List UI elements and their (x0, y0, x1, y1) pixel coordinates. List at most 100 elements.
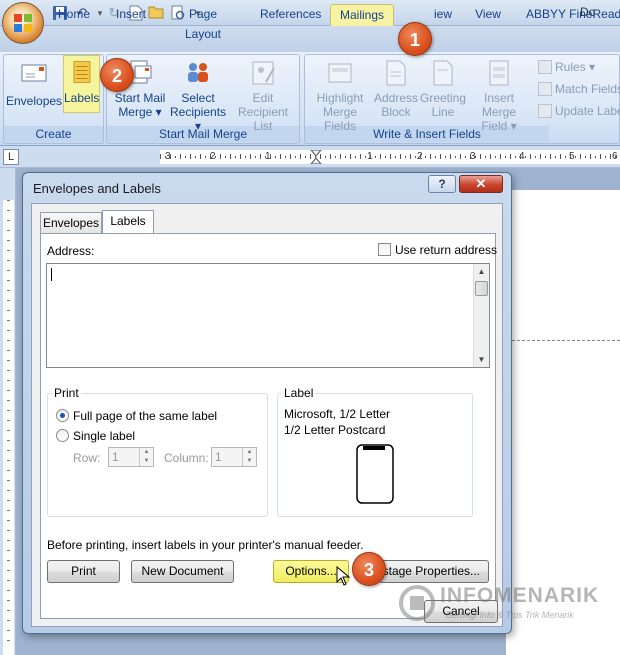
tab-view[interactable]: View (468, 4, 508, 26)
ruler-tick (340, 154, 341, 159)
vruler-tick (7, 440, 10, 441)
select-recipients-icon (188, 63, 208, 82)
scroll-up-icon[interactable]: ▲ (474, 264, 489, 279)
dialog-body: Envelopes Labels Address: Use return add… (31, 203, 503, 627)
edit-recipient-list-icon (252, 61, 275, 85)
new-document-button[interactable]: New Document (131, 560, 234, 583)
greeting-line-button[interactable]: Greeting Line (418, 58, 468, 119)
insert-merge-field-button[interactable]: Insert Merge Field ▾ (466, 58, 532, 133)
tab-home[interactable]: Home (52, 4, 96, 26)
ruler-tick (415, 156, 416, 158)
highlight-merge-fields-button[interactable]: Highlight Merge Fields (308, 58, 372, 133)
close-button[interactable]: ✕ (459, 175, 503, 193)
column-spinner[interactable]: 1 ▲ ▼ (211, 447, 257, 467)
ruler-tick (315, 156, 316, 158)
address-block-button[interactable]: Address Block (372, 58, 420, 119)
tab-envelopes[interactable]: Envelopes (40, 212, 102, 233)
vruler-tick (7, 530, 10, 531)
ruler-tick (555, 156, 556, 158)
tab-page-layout[interactable]: Page Layout (164, 4, 242, 41)
ruler-tick (500, 154, 501, 159)
vruler-tick (7, 420, 10, 421)
ruler-tick (580, 154, 581, 159)
watermark-logo-icon (399, 585, 435, 621)
address-scrollbar[interactable]: ▲ ▼ (473, 264, 489, 367)
scroll-thumb[interactable] (475, 281, 488, 296)
ruler-tick (350, 154, 351, 159)
e-postage-properties-button[interactable]: stage Properties... (379, 560, 489, 583)
tab-labels[interactable]: Labels (102, 210, 154, 233)
address-block-icon (386, 60, 406, 86)
vruler-tick (7, 580, 10, 581)
ruler-tick (180, 154, 181, 159)
tab-review[interactable]: iew (418, 4, 458, 26)
address-block-line1: Address (373, 91, 419, 105)
ruler-tick (570, 154, 571, 159)
ruler-tick (495, 156, 496, 158)
ruler-tick (245, 156, 246, 158)
vruler-tick (7, 210, 10, 211)
office-logo-icon (14, 14, 32, 32)
row-spinner[interactable]: 1 ▲ ▼ (108, 447, 154, 467)
match-fields-button[interactable]: Match Fields (538, 80, 620, 98)
select-recipients-button[interactable]: Select Recipients ▾ (170, 58, 226, 133)
group-create-label: Create (4, 126, 103, 142)
ruler-tick (395, 156, 396, 158)
ruler-tick (605, 156, 606, 158)
ruler-tick (170, 154, 171, 159)
address-label: Address: (47, 244, 95, 258)
print-button[interactable]: Print (47, 560, 120, 583)
spin-down-icon[interactable]: ▼ (139, 457, 153, 466)
tab-mailings[interactable]: Mailings (330, 4, 394, 26)
ruler-tick (380, 154, 381, 159)
radio-selected (56, 409, 69, 422)
vruler-tick (7, 240, 10, 241)
vruler-tick (7, 490, 10, 491)
single-label-radio[interactable]: Single label (56, 429, 135, 443)
ruler-tick (520, 154, 521, 159)
envelopes-button[interactable]: Envelopes (6, 58, 62, 108)
dialog-title: Envelopes and Labels (33, 181, 161, 196)
update-labels-button[interactable]: Update Label (538, 102, 620, 120)
full-page-radio[interactable]: Full page of the same label (56, 409, 217, 423)
horizontal-ruler[interactable]: 3 2 1 1 2 3 4 5 6 (160, 150, 620, 164)
ruler-tick (375, 156, 376, 158)
spin-down-icon[interactable]: ▼ (242, 457, 256, 466)
select-recipients-line2: Recipients ▾ (170, 105, 227, 133)
edit-recipient-list-button[interactable]: Edit Recipient List (228, 58, 298, 133)
tab-references[interactable]: References (254, 4, 322, 26)
rules-button[interactable]: Rules ▾ (538, 58, 595, 76)
ruler-tick (440, 154, 441, 159)
edit-recipient-list-line2: Recipient List (237, 105, 289, 133)
spin-up-icon[interactable]: ▲ (139, 448, 153, 457)
tab-insert[interactable]: Insert (108, 4, 154, 26)
scroll-down-icon[interactable]: ▼ (474, 352, 489, 367)
labels-label: Labels (64, 91, 100, 105)
greeting-line-icon (433, 60, 453, 86)
envelopes-label: Envelopes (6, 94, 63, 108)
highlight-merge-fields-line2: Merge Fields (322, 105, 357, 133)
labels-button[interactable]: Labels (63, 55, 100, 113)
help-button[interactable]: ? (428, 175, 456, 193)
label-preview-group[interactable]: Label Microsoft, 1/2 Letter 1/2 Letter P… (277, 386, 473, 517)
ruler-tick (400, 154, 401, 159)
vruler-tick (7, 430, 10, 431)
vruler-tick (7, 520, 10, 521)
vruler-tick (7, 340, 10, 341)
vruler-tick (7, 400, 10, 401)
highlight-merge-fields-line1: Highlight (316, 91, 364, 105)
vruler-tick (7, 590, 10, 591)
vruler-tick (7, 470, 10, 471)
vruler-tick (7, 610, 10, 611)
vertical-ruler-track (3, 200, 14, 655)
rules-label: Rules ▾ (555, 60, 596, 74)
label-type: 1/2 Letter Postcard (284, 423, 386, 437)
tab-selector[interactable]: L (3, 149, 19, 165)
vruler-tick (7, 320, 10, 321)
match-fields-label: Match Fields (555, 82, 620, 96)
address-textarea[interactable]: ▲ ▼ (46, 263, 490, 368)
use-return-address-checkbox[interactable]: Use return address (378, 243, 497, 257)
tab-abbyy-finereader[interactable]: ABBYY FineReader (520, 4, 620, 26)
spin-up-icon[interactable]: ▲ (242, 448, 256, 457)
office-button[interactable] (2, 2, 44, 44)
